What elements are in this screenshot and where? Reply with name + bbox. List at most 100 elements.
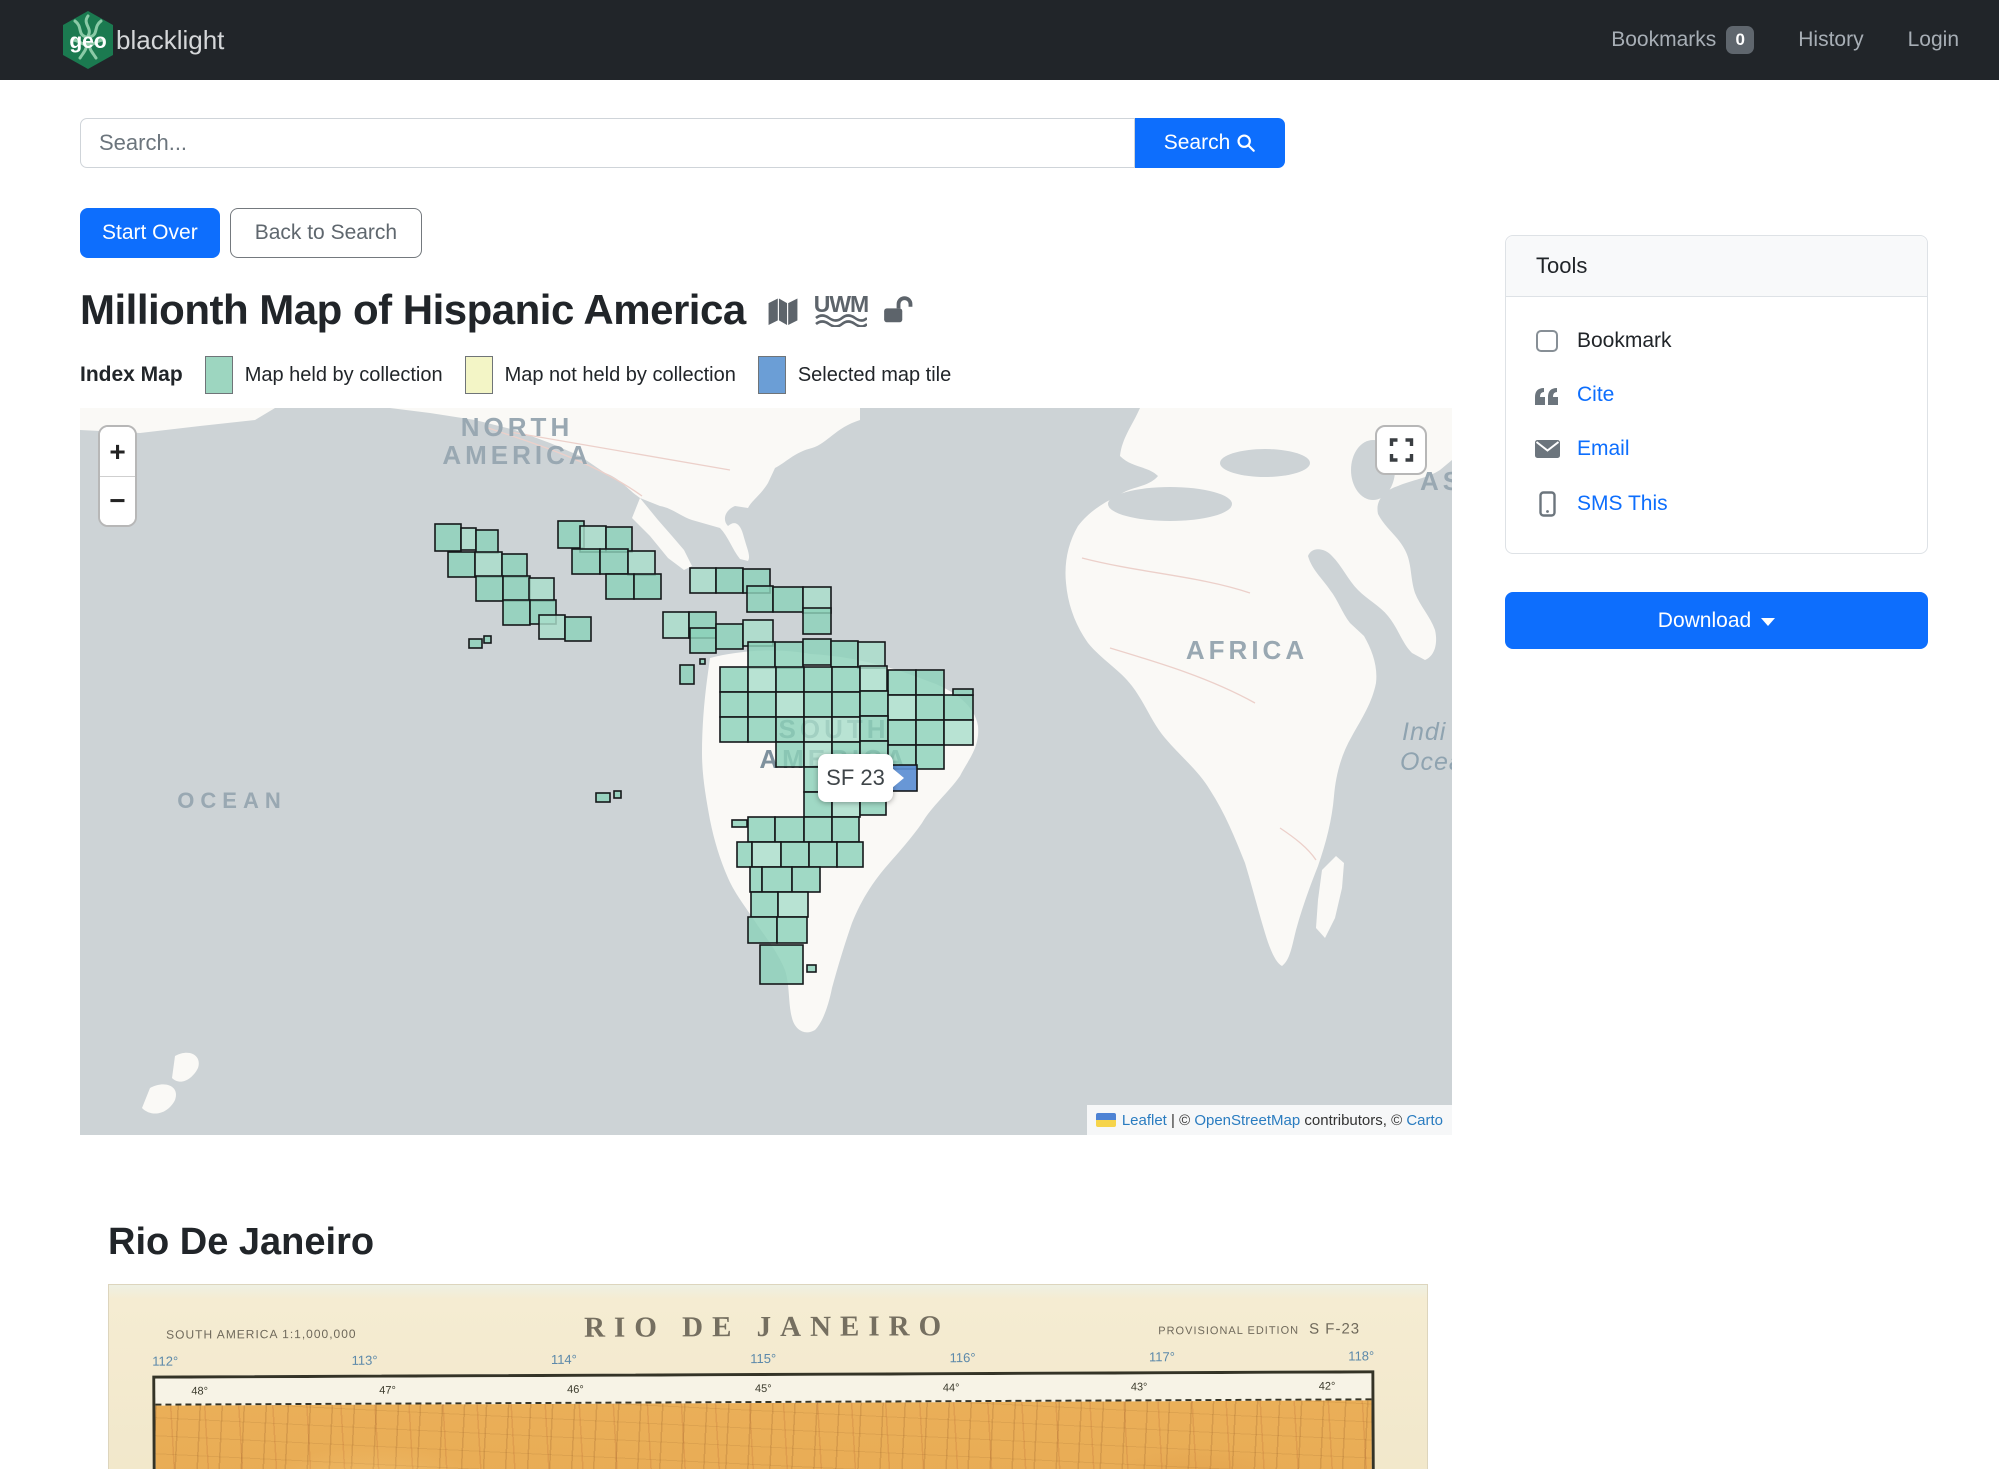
- nav-bookmarks-link[interactable]: Bookmarks 0: [1611, 26, 1754, 54]
- map-tile[interactable]: [773, 587, 803, 612]
- map-tile[interactable]: [776, 717, 804, 742]
- map-tile[interactable]: [916, 670, 944, 695]
- map-tile[interactable]: [860, 716, 888, 741]
- map-tile[interactable]: [435, 524, 461, 551]
- map-tile[interactable]: [748, 692, 776, 717]
- map-tile[interactable]: [716, 624, 743, 649]
- map-tile[interactable]: [760, 945, 803, 984]
- map-tile[interactable]: [448, 552, 475, 577]
- map-tile[interactable]: [565, 617, 591, 641]
- map-tile[interactable]: [832, 667, 860, 692]
- map-tile[interactable]: [832, 717, 860, 742]
- map-tile[interactable]: [762, 867, 792, 892]
- map-tile[interactable]: [716, 568, 743, 593]
- map-tile[interactable]: [804, 717, 832, 742]
- map-tile[interactable]: [944, 720, 973, 745]
- map-tile[interactable]: [634, 574, 661, 599]
- map-tile[interactable]: [858, 642, 885, 668]
- map-tile[interactable]: [663, 612, 689, 638]
- map-tile[interactable]: [776, 667, 804, 692]
- map-tile[interactable]: [748, 817, 775, 842]
- map-tile[interactable]: [614, 791, 621, 798]
- map-tile[interactable]: [809, 842, 837, 867]
- map-tile[interactable]: [748, 642, 775, 668]
- download-button[interactable]: Download: [1505, 592, 1928, 649]
- map-tile[interactable]: [737, 842, 752, 867]
- zoom-in-button[interactable]: +: [100, 427, 135, 476]
- back-to-search-button[interactable]: Back to Search: [230, 208, 422, 258]
- map-tile[interactable]: [807, 965, 816, 972]
- map-tile[interactable]: [680, 665, 694, 684]
- map-tile[interactable]: [720, 667, 748, 692]
- map-tile[interactable]: [804, 667, 832, 692]
- map-tile[interactable]: [832, 817, 859, 842]
- map-tile[interactable]: [484, 636, 491, 643]
- map-tile[interactable]: [700, 659, 705, 664]
- carto-link[interactable]: Carto: [1406, 1112, 1443, 1129]
- fullscreen-button[interactable]: [1375, 425, 1427, 475]
- bookmark-toggle[interactable]: Bookmark: [1534, 329, 1899, 353]
- map-tile[interactable]: [831, 641, 858, 667]
- map-tile[interactable]: [832, 692, 860, 717]
- map-tile[interactable]: [916, 695, 944, 720]
- nav-history-link[interactable]: History: [1798, 28, 1863, 52]
- map-tile[interactable]: [781, 842, 809, 867]
- leaflet-link[interactable]: Leaflet: [1122, 1112, 1167, 1129]
- map-tile[interactable]: [888, 720, 916, 745]
- sms-link[interactable]: SMS This: [1534, 491, 1899, 517]
- map-tile[interactable]: [803, 639, 831, 665]
- map-tile[interactable]: [953, 689, 973, 695]
- map-tile[interactable]: [606, 574, 634, 599]
- map-tile[interactable]: [888, 670, 916, 695]
- map-tile[interactable]: [475, 552, 502, 577]
- openstreetmap-link[interactable]: OpenStreetMap: [1194, 1112, 1300, 1129]
- map-tile[interactable]: [860, 691, 888, 716]
- map-tile[interactable]: [572, 549, 600, 574]
- map-tile[interactable]: [792, 867, 820, 892]
- map-tile[interactable]: [732, 820, 747, 827]
- map-tile[interactable]: [476, 576, 503, 601]
- map-tile[interactable]: [888, 695, 916, 720]
- start-over-button[interactable]: Start Over: [80, 208, 220, 258]
- map-tile[interactable]: [748, 917, 777, 943]
- map-tile[interactable]: [720, 692, 748, 717]
- map-tile[interactable]: [628, 551, 655, 575]
- map-tile[interactable]: [750, 867, 762, 892]
- search-input[interactable]: [80, 118, 1135, 168]
- map-tile[interactable]: [748, 717, 776, 742]
- map-tile[interactable]: [539, 615, 565, 639]
- index-map[interactable]: NORTHAMERICAOCEANSOUTHAMERICAAFRICAASIAI…: [80, 408, 1452, 1135]
- map-tile[interactable]: [476, 530, 498, 553]
- map-tile[interactable]: [944, 695, 973, 720]
- map-tile[interactable]: [580, 526, 606, 552]
- map-tile[interactable]: [529, 578, 554, 601]
- search-button[interactable]: Search: [1135, 118, 1285, 168]
- map-tile[interactable]: [596, 793, 610, 802]
- map-tile[interactable]: [776, 742, 804, 767]
- map-tile[interactable]: [461, 528, 476, 550]
- map-tile[interactable]: [860, 666, 887, 691]
- map-tile[interactable]: [690, 568, 716, 593]
- zoom-out-button[interactable]: −: [100, 476, 135, 525]
- bookmark-checkbox[interactable]: [1536, 330, 1558, 352]
- map-tile[interactable]: [747, 586, 773, 612]
- map-tile[interactable]: [503, 600, 530, 625]
- map-tile[interactable]: [720, 717, 748, 742]
- map-tile[interactable]: [803, 608, 831, 634]
- brand-logo[interactable]: geo blacklight: [62, 10, 224, 70]
- map-tile[interactable]: [775, 817, 804, 842]
- cite-link[interactable]: Cite: [1534, 383, 1899, 407]
- map-tile[interactable]: [775, 642, 803, 668]
- map-tile[interactable]: [804, 692, 832, 717]
- map-tile[interactable]: [777, 917, 807, 943]
- nav-login-link[interactable]: Login: [1908, 28, 1959, 52]
- map-tile[interactable]: [837, 842, 863, 867]
- map-tile[interactable]: [778, 892, 808, 917]
- map-tile[interactable]: [502, 554, 527, 577]
- email-link[interactable]: Email: [1534, 437, 1899, 461]
- map-tile[interactable]: [748, 667, 776, 692]
- map-tile[interactable]: [751, 892, 778, 917]
- map-tile[interactable]: [916, 745, 944, 769]
- map-tile[interactable]: [804, 817, 832, 842]
- map-tile[interactable]: [469, 639, 482, 648]
